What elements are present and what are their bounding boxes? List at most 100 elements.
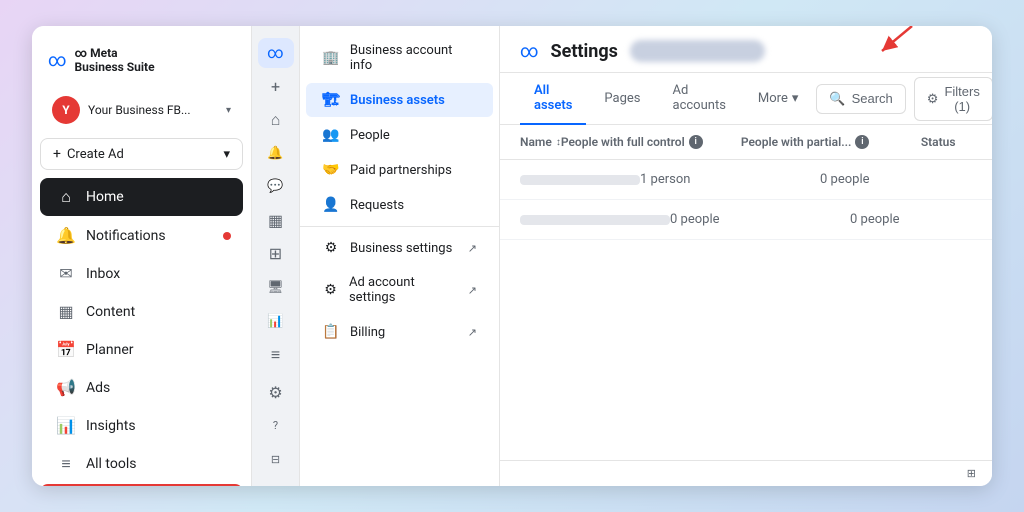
th-partial: People with partial... i [741, 135, 921, 149]
sidebar-item-insights[interactable]: 📊 Insights [40, 407, 243, 444]
dropdown-item-label: People [350, 128, 390, 143]
sidebar-item-ads[interactable]: 📢 Ads [40, 369, 243, 406]
strip-home-icon[interactable]: ⌂ [258, 105, 294, 135]
dropdown-requests[interactable]: 👤 Requests [306, 188, 493, 222]
external-link-icon: ↗ [468, 242, 477, 255]
row2-name [520, 215, 670, 225]
main-content: ∞ Settings Business account All assets P… [500, 26, 992, 486]
search-label: Search [852, 91, 893, 106]
dropdown-item-label: Paid partnerships [350, 163, 452, 178]
user-name: Your Business FB... [88, 103, 218, 117]
gear-icon: ⚙ [322, 240, 340, 256]
sidebar-logo: ∞ ∞ Meta Business Suite [32, 38, 251, 90]
filters-label: Filters (1) [944, 84, 979, 114]
content-icon: ▦ [56, 302, 76, 321]
meta-logo-small-icon: ∞ [520, 41, 539, 62]
dropdown-people[interactable]: 👥 People [306, 118, 493, 152]
strip-help-circle-icon[interactable]: ? [258, 411, 294, 441]
meta-logo-icon: ∞ [48, 50, 67, 71]
table-row[interactable]: 0 people 0 people Login needed [500, 200, 992, 240]
tab-ad-accounts[interactable]: Ad accounts [659, 73, 740, 125]
row2-partial: 0 people [850, 212, 992, 227]
strip-grid-icon[interactable]: ⊞ [258, 239, 294, 269]
dropdown-item-label: Business account info [350, 43, 477, 73]
planner-icon: 📅 [56, 340, 76, 359]
dropdown-paid-partnerships[interactable]: 🤝 Paid partnerships [306, 153, 493, 187]
th-partial-label: People with partial... [741, 135, 852, 149]
icon-strip: ∞ + ⌂ 🔔 💬 ▦ ⊞ 🖥 📊 ≡ ⚙ ? ⊟ [252, 26, 300, 486]
building-icon: 🏢 [322, 50, 340, 66]
people-icon: 👥 [322, 127, 340, 143]
tab-more[interactable]: More ▾ [744, 81, 812, 118]
search-icon: 🔍 [829, 91, 845, 107]
more-tab-label: More [758, 91, 788, 106]
create-ad-button[interactable]: + Create Ad ▾ [40, 138, 243, 170]
dropdown-business-account-info[interactable]: 🏢 Business account info [306, 34, 493, 82]
sidebar-item-content[interactable]: ▦ Content [40, 293, 243, 330]
strip-bell-icon[interactable]: 🔔 [258, 139, 294, 169]
filters-button[interactable]: ⚙ Filters (1) [914, 77, 992, 121]
sidebar-item-inbox[interactable]: ✉ Inbox [40, 255, 243, 292]
strip-add-icon[interactable]: + [258, 72, 294, 102]
settings-dropdown: 🏢 Business account info 🏗 Business asset… [300, 26, 500, 486]
bottom-bar: ⊞ [500, 460, 992, 486]
strip-meta-icon[interactable]: ∞ [258, 38, 294, 68]
expand-icon[interactable]: ⊞ [967, 467, 976, 480]
sidebar-item-home[interactable]: ⌂ Home [40, 178, 243, 216]
tab-all-assets[interactable]: All assets [520, 73, 586, 125]
row2-full-control: 0 people [670, 212, 850, 227]
strip-menu-icon[interactable]: ≡ [258, 340, 294, 370]
nav-label: Ads [86, 380, 110, 396]
table-row[interactable]: 1 person 0 people [500, 160, 992, 200]
strip-gear-icon[interactable]: ⚙ [258, 377, 294, 407]
th-status-label: Status [921, 135, 956, 149]
strip-layout-icon[interactable]: ⊟ [258, 444, 294, 474]
tab-pages[interactable]: Pages [590, 81, 654, 118]
dropdown-item-label: Business assets [350, 93, 445, 108]
insights-icon: 📊 [56, 416, 76, 435]
strip-chart-icon[interactable]: 📊 [258, 306, 294, 336]
dropdown-billing[interactable]: 📋 Billing ↗ [306, 315, 493, 349]
sidebar-item-settings[interactable]: ⚙ Settings [40, 484, 243, 486]
request-icon: 👤 [322, 197, 340, 213]
dropdown-ad-account-settings[interactable]: ⚙ Ad account settings ↗ [306, 266, 493, 314]
strip-pages-icon[interactable]: ▦ [258, 206, 294, 236]
nav-label: Insights [86, 418, 136, 434]
plus-icon: + [53, 146, 61, 162]
handshake-icon: 🤝 [322, 162, 340, 178]
nav-label: Notifications [86, 228, 166, 244]
home-icon: ⌂ [56, 187, 76, 207]
nav-label: Planner [86, 342, 133, 358]
dropdown-business-assets[interactable]: 🏗 Business assets [306, 83, 493, 117]
dropdown-item-label: Billing [350, 325, 385, 340]
sidebar-item-all-tools[interactable]: ≡ All tools [40, 445, 243, 483]
sidebar-item-planner[interactable]: 📅 Planner [40, 331, 243, 368]
settings-header: ∞ Settings Business account [500, 26, 992, 73]
sidebar-item-notifications[interactable]: 🔔 Notifications [40, 217, 243, 254]
notification-dot [223, 232, 231, 240]
all-tools-icon: ≡ [56, 454, 76, 474]
user-account-selector[interactable]: Y Your Business FB... ▾ [40, 90, 243, 130]
sidebar: ∞ ∞ Meta Business Suite Y Your Business … [32, 26, 252, 486]
dropdown-business-settings[interactable]: ⚙ Business settings ↗ [306, 231, 493, 265]
billing-icon: 📋 [322, 324, 340, 340]
arrow-annotation [862, 26, 922, 61]
dropdown-item-label: Ad account settings [349, 275, 458, 305]
strip-monitor-icon[interactable]: 🖥 [258, 273, 294, 303]
row1-full-control: 1 person [640, 172, 820, 187]
tabs-bar: All assets Pages Ad accounts More ▾ 🔍 Se… [500, 73, 992, 125]
row1-partial: 0 people [820, 172, 992, 187]
chevron-down-icon: ▾ [792, 91, 799, 106]
avatar: Y [52, 96, 80, 124]
row1-name [520, 175, 640, 185]
th-status: Status [921, 135, 992, 149]
tabs-actions: 🔍 Search ⚙ Filters (1) Add assets [816, 77, 992, 121]
logo-line1: ∞ Meta [75, 46, 155, 60]
filter-icon: ⚙ [927, 91, 939, 107]
search-button[interactable]: 🔍 Search [816, 84, 905, 114]
chevron-down-icon: ▾ [226, 105, 231, 116]
nav-label: Content [86, 304, 135, 320]
strip-chat-icon[interactable]: 💬 [258, 172, 294, 202]
th-name: Name ↕ [520, 135, 561, 149]
info-icon: i [855, 135, 869, 149]
